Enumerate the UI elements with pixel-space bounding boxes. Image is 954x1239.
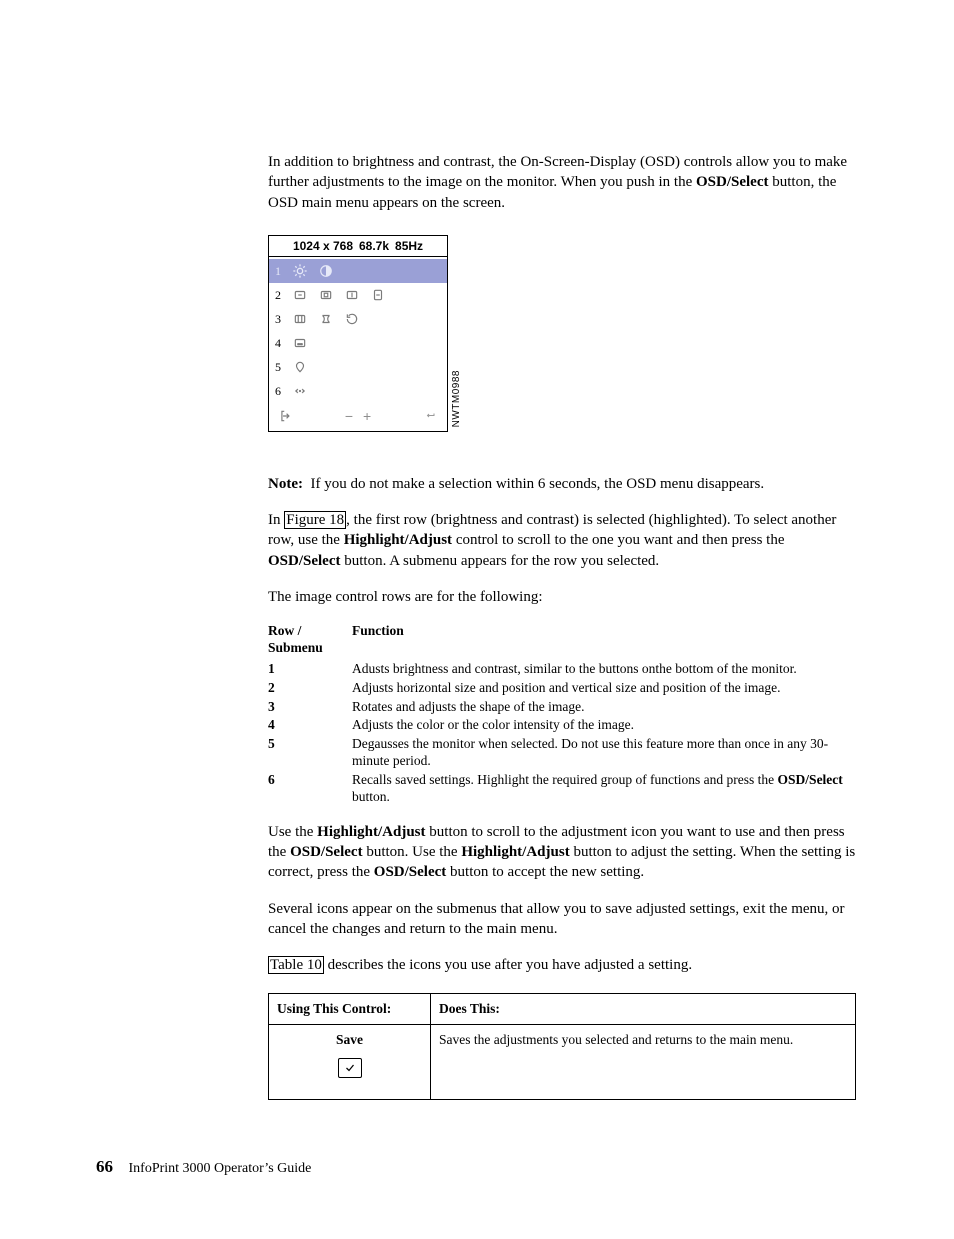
- osd-row-num: 5: [275, 361, 287, 373]
- osd-row-num: 6: [275, 385, 287, 397]
- brightness-icon: [291, 264, 309, 278]
- osd-row-num: 4: [275, 337, 287, 349]
- rowtable-head-a: Row /Submenu: [268, 623, 352, 657]
- r6-a: Recalls saved settings. Highlight the re…: [352, 772, 778, 787]
- osd-row-5: 5: [269, 355, 447, 379]
- p2-d: button. A submenu appears for the row yo…: [341, 553, 660, 569]
- table-row: 6 Recalls saved settings. Highlight the …: [268, 772, 856, 806]
- osd-frequency: 68.7k: [359, 240, 389, 252]
- plus-icon: +: [363, 409, 371, 423]
- table-row: 5Degausses the monitor when selected. Do…: [268, 736, 856, 770]
- exit-icon: [277, 409, 295, 423]
- osd-figure: 1024 x 768 68.7k 85Hz 1: [268, 235, 464, 432]
- figure-18-link[interactable]: Figure 18: [284, 511, 346, 529]
- geometry-icon-1: [291, 312, 309, 326]
- usage-paragraph: Use the Highlight/Adjust button to scrol…: [268, 822, 856, 883]
- fig-reference-paragraph: In Figure 18, the first row (brightness …: [268, 510, 856, 571]
- geometry-icon-2: [317, 312, 335, 326]
- page-number: 66: [96, 1157, 113, 1176]
- p2-c: control to scroll to the one you want an…: [452, 532, 784, 548]
- color-icon: [291, 336, 309, 350]
- return-icon: [421, 409, 439, 423]
- osd-refresh: 85Hz: [395, 240, 423, 252]
- page-footer: 66 InfoPrint 3000 Operator’s Guide: [96, 1156, 856, 1179]
- intro-paragraph: In addition to brightness and contrast, …: [268, 152, 856, 213]
- table-10-link[interactable]: Table 10: [268, 956, 324, 974]
- rowtable-head-b: Function: [352, 623, 856, 657]
- osd-row-4: 4: [269, 331, 447, 355]
- save-check-icon: [338, 1058, 362, 1078]
- r6-bold: OSD/Select: [778, 772, 843, 787]
- note-label: Note:: [268, 476, 303, 492]
- ctable-cell-control: Save: [269, 1025, 431, 1099]
- osd-row-6: 6: [269, 379, 447, 403]
- submenu-icons-paragraph: Several icons appear on the submenus tha…: [268, 899, 856, 940]
- osd-select-term-2: OSD/Select: [268, 553, 341, 569]
- osd-row-num: 1: [275, 265, 287, 277]
- table-ref-paragraph: Table 10 describes the icons you use aft…: [268, 955, 856, 975]
- vpos-icon: [369, 288, 387, 302]
- minus-icon: −: [345, 409, 353, 423]
- contrast-icon: [317, 264, 335, 278]
- ctable-cell-desc: Saves the adjustments you selected and r…: [431, 1025, 856, 1099]
- ctable-head-1: Using This Control:: [269, 994, 431, 1025]
- vsize-icon: [343, 288, 361, 302]
- save-label: Save: [336, 1032, 363, 1047]
- note-text: If you do not make a selection within 6 …: [310, 476, 764, 492]
- figure-id-label: NWTM0988: [450, 370, 464, 427]
- rows-intro: The image control rows are for the follo…: [268, 587, 856, 607]
- recall-icon: [291, 384, 309, 398]
- osd-row-1: 1: [269, 259, 447, 283]
- table-row: Save Saves the adjustments you selected …: [269, 1025, 856, 1099]
- hpos-icon: [317, 288, 335, 302]
- osd-select-term: OSD/Select: [696, 174, 769, 190]
- osd-menu-box: 1024 x 768 68.7k 85Hz 1: [268, 235, 448, 432]
- p6-rest: describes the icons you use after you ha…: [324, 957, 692, 973]
- doc-title: InfoPrint 3000 Operator’s Guide: [129, 1161, 312, 1176]
- hsize-icon: [291, 288, 309, 302]
- r6-b: button.: [352, 789, 390, 804]
- note-paragraph: Note: If you do not make a selection wit…: [268, 474, 856, 494]
- osd-resolution: 1024 x 768: [293, 240, 353, 252]
- controls-table: Using This Control: Does This: Save Save…: [268, 993, 856, 1100]
- row-submenu-table: Row /Submenu Function 1Adusts brightness…: [268, 623, 856, 806]
- table-row: 2Adjusts horizontal size and position an…: [268, 680, 856, 697]
- osd-row-2: 2: [269, 283, 447, 307]
- osd-header: 1024 x 768 68.7k 85Hz: [269, 236, 447, 257]
- table-row: 3Rotates and adjusts the shape of the im…: [268, 699, 856, 716]
- degauss-icon: [291, 360, 309, 374]
- table-row: 4Adjusts the color or the color intensit…: [268, 717, 856, 734]
- page-content: In addition to brightness and contrast, …: [0, 0, 954, 1239]
- osd-rows: 1 2: [269, 257, 447, 403]
- osd-row-num: 3: [275, 313, 287, 325]
- rotate-icon: [343, 312, 361, 326]
- highlight-adjust-term: Highlight/Adjust: [344, 532, 452, 548]
- ctable-head-2: Does This:: [431, 994, 856, 1025]
- osd-footer: − +: [269, 403, 447, 431]
- table-row: 1Adusts brightness and contrast, similar…: [268, 661, 856, 678]
- osd-row-3: 3: [269, 307, 447, 331]
- p2-a: In: [268, 512, 284, 528]
- osd-row-num: 2: [275, 289, 287, 301]
